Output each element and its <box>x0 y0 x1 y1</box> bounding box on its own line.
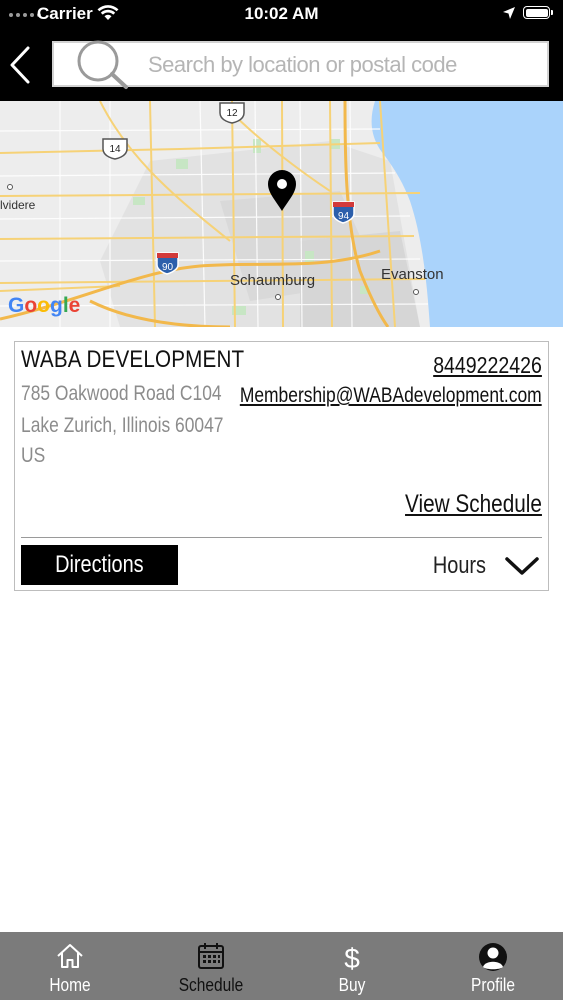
hours-toggle[interactable]: Hours <box>433 552 486 580</box>
map-label-schaumburg: Schaumburg <box>230 272 315 289</box>
directions-label: Directions <box>55 551 144 578</box>
chevron-left-icon <box>10 46 30 84</box>
svg-text:14: 14 <box>109 144 121 155</box>
status-bar: Carrier 10:02 AM <box>0 0 563 28</box>
battery-icon <box>523 6 553 19</box>
svg-text:$: $ <box>344 943 360 972</box>
tab-schedule-label: Schedule <box>178 975 244 995</box>
map-view[interactable]: 12 14 90 94 lvidere Schaumburg Evanston … <box>0 101 563 327</box>
chevron-down-icon[interactable] <box>504 554 540 578</box>
address-line-1: 785 Oakwood Road C104 <box>21 382 222 405</box>
search-icon <box>77 40 128 89</box>
tab-buy[interactable]: $ Buy <box>282 932 422 1000</box>
view-schedule-link[interactable]: View Schedule <box>405 490 542 519</box>
hwy-14-shield: 14 <box>102 138 128 160</box>
map-canvas: 12 14 90 94 lvidere Schaumburg Evanston … <box>0 101 563 327</box>
back-button[interactable] <box>4 40 38 90</box>
hwy-94-shield: 94 <box>332 201 355 224</box>
tab-home[interactable]: Home <box>0 932 140 1000</box>
tab-profile[interactable]: Profile <box>423 932 563 1000</box>
google-logo: Google <box>8 294 80 317</box>
search-input[interactable] <box>146 47 540 83</box>
address-country: US <box>21 444 46 467</box>
hwy-12-shield: 12 <box>219 102 245 124</box>
svg-text:94: 94 <box>338 211 350 222</box>
location-card: WABA DEVELOPMENT 785 Oakwood Road C104 L… <box>14 341 549 591</box>
map-label-belvidere: lvidere <box>0 198 36 212</box>
card-divider <box>21 537 542 538</box>
directions-button[interactable]: Directions <box>21 545 178 585</box>
location-name: WABA DEVELOPMENT <box>21 346 245 373</box>
map-label-evanston: Evanston <box>381 266 444 283</box>
calendar-icon <box>198 943 224 969</box>
tab-bar: Home Schedule $ Buy Profile <box>0 932 563 1000</box>
svg-text:12: 12 <box>226 108 238 119</box>
hwy-90-shield: 90 <box>156 252 179 275</box>
header-bar <box>0 28 563 101</box>
tab-home-label: Home <box>49 975 91 995</box>
phone-link[interactable]: 8449222426 <box>433 352 542 379</box>
dollar-icon: $ <box>344 943 360 972</box>
email-link[interactable]: Membership@WABAdevelopment.com <box>240 384 542 408</box>
profile-icon <box>479 943 507 971</box>
tab-profile-label: Profile <box>471 975 515 995</box>
tab-buy-label: Buy <box>338 975 366 995</box>
svg-text:90: 90 <box>162 262 174 273</box>
home-icon <box>57 944 83 968</box>
clock-time: 10:02 AM <box>244 4 319 23</box>
search-bar <box>52 40 549 89</box>
tab-schedule[interactable]: Schedule <box>141 932 281 1000</box>
address-line-2: Lake Zurich, Illinois 60047 <box>21 414 224 437</box>
location-arrow-icon <box>503 7 515 19</box>
